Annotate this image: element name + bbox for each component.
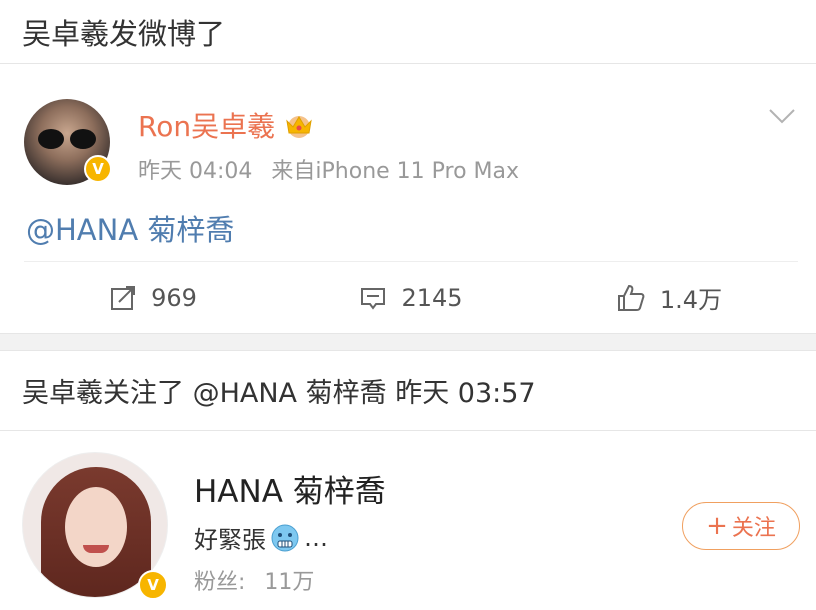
like-button[interactable]: 1.4万 [540,262,798,333]
page-header: 吴卓羲发微博了 [0,0,816,64]
repost-button[interactable]: 969 [24,262,282,333]
user-name[interactable]: Ron吴卓羲 [138,105,315,145]
freezing-face-icon [271,524,299,551]
post-source[interactable]: 来自iPhone 11 Pro Max [271,159,519,184]
crown-icon [286,116,312,138]
fans-count: 粉丝: 11万 [194,564,314,596]
comment-count: 2145 [401,283,463,312]
follow-event-text: 吴卓羲关注了 @HANA 菊梓喬 昨天 03:57 [22,378,536,409]
comment-icon [361,287,386,310]
repost-count: 969 [151,283,197,312]
sunglasses-graphic [38,129,96,149]
post-meta: 昨天 04:04 来自iPhone 11 Pro Max [138,153,519,185]
verified-badge-icon: V [84,155,112,183]
followed-user-name[interactable]: HANA 菊梓喬 [194,466,386,511]
chevron-down-icon[interactable] [768,107,796,125]
like-count: 1.4万 [659,286,723,314]
post-actions: 969 2145 1.4万 [24,261,798,333]
smile-shape [83,545,109,553]
post-text[interactable]: @HANA 菊梓喬 [26,207,234,249]
user-name-label: Ron吴卓羲 [138,110,276,143]
user-bio: 好緊張 … [194,520,328,555]
user-card[interactable]: V HANA 菊梓喬 好緊張 … 粉丝: 11万 + 关注 [0,432,816,610]
post-card[interactable]: V Ron吴卓羲 昨天 04:04 来自iPhone 11 Pro Max @H… [0,65,816,333]
fans-label: 粉丝: [194,570,246,595]
verified-badge-icon: V [138,570,168,600]
bio-ellipsis: … [304,523,328,552]
follow-button-label: 关注 [731,516,776,541]
face-shape [65,487,127,567]
thumbs-up-icon [617,284,645,311]
fans-value: 11万 [264,570,315,595]
comment-button[interactable]: 2145 [282,262,540,333]
follow-button[interactable]: + 关注 [682,502,800,550]
section-divider [0,333,816,351]
post-time: 昨天 04:04 [138,159,253,184]
bio-text: 好緊張 [194,526,266,554]
plus-icon: + [706,511,728,541]
header-title: 吴卓羲发微博了 [22,16,226,51]
repost-icon [111,285,136,310]
follow-event-header: 吴卓羲关注了 @HANA 菊梓喬 昨天 03:57 [0,351,816,431]
